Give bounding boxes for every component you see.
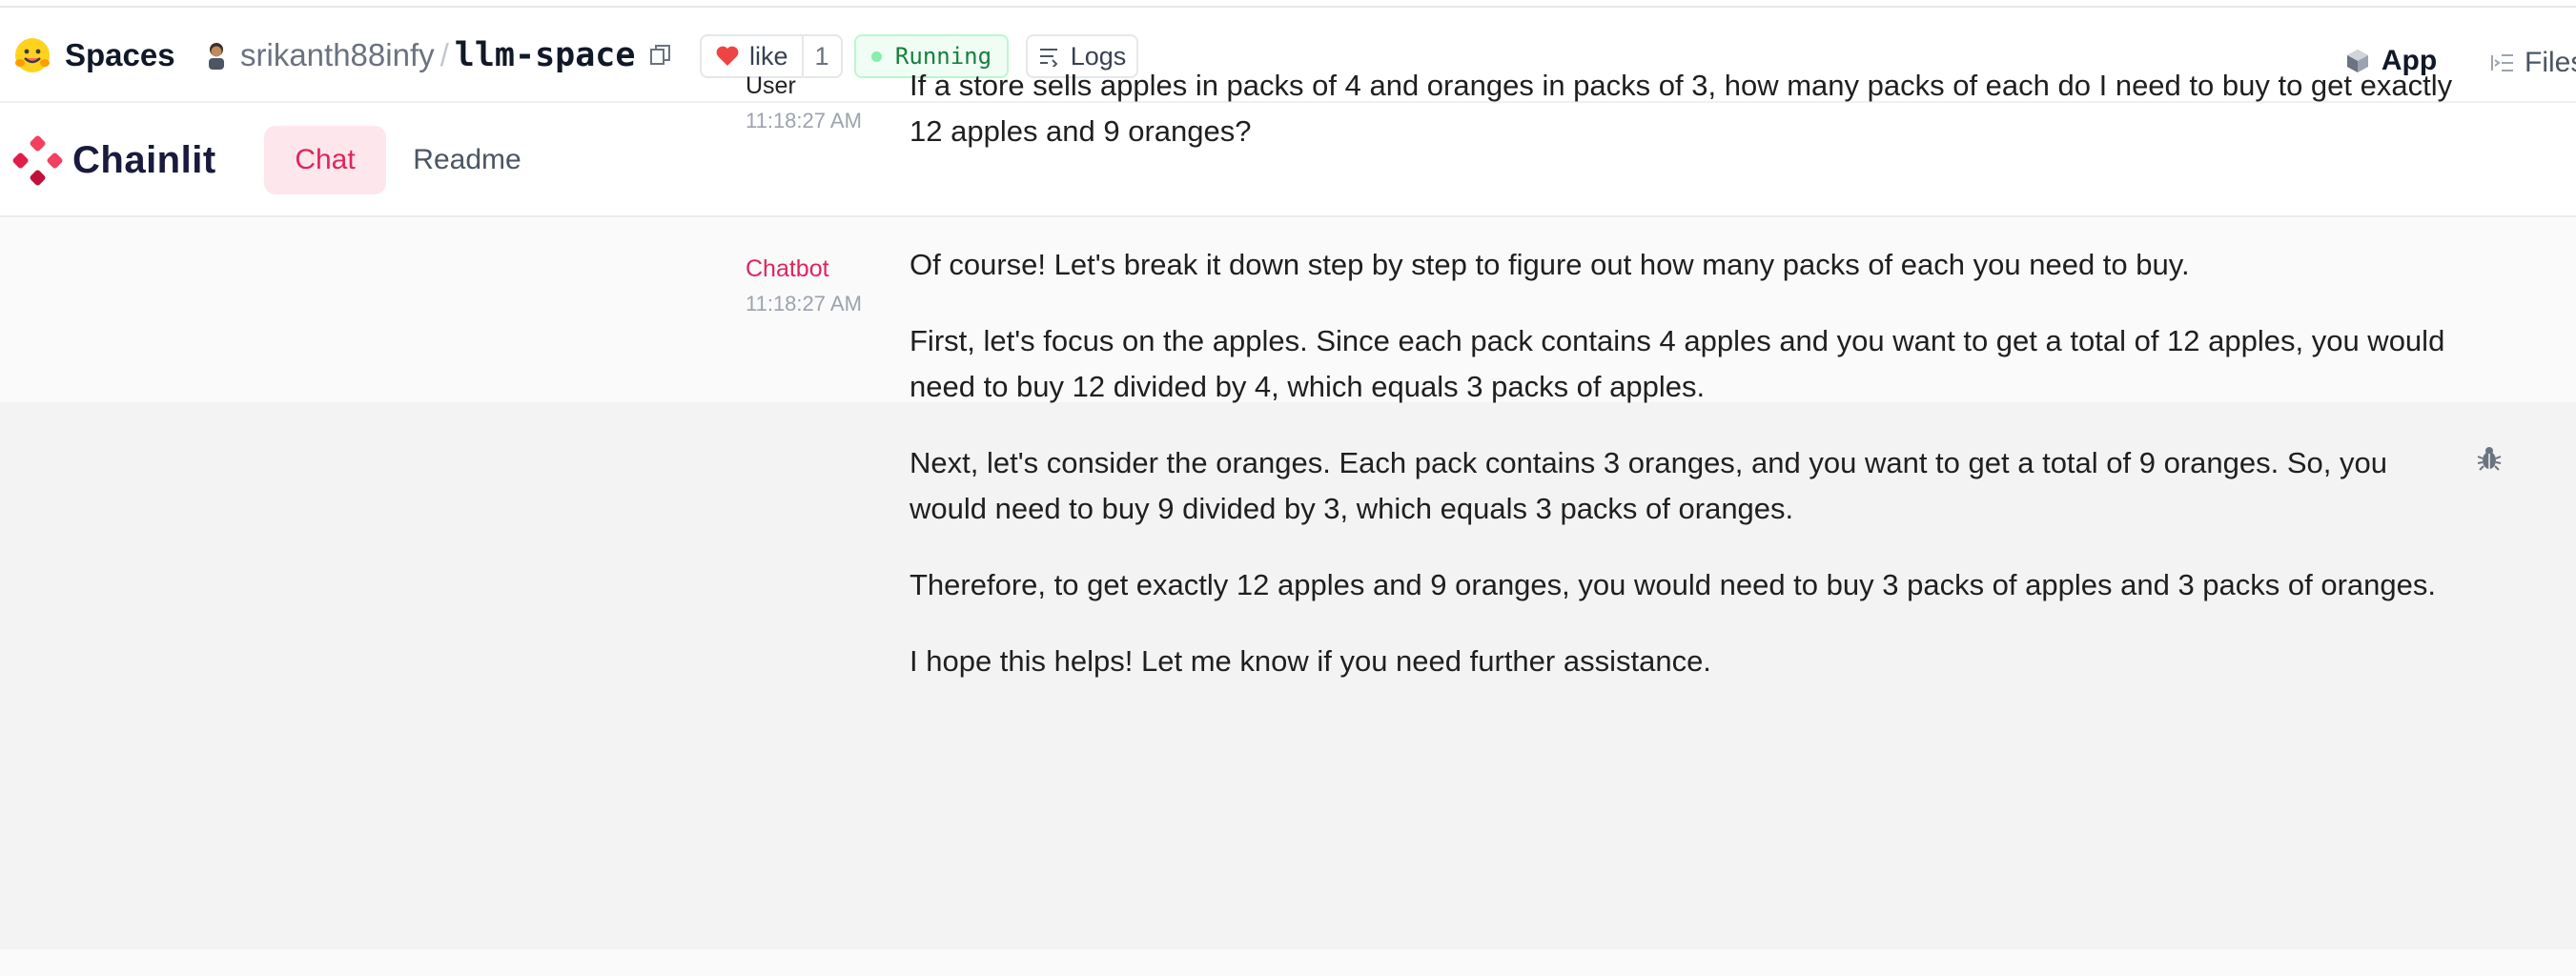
tab-readme[interactable]: Readme <box>404 126 530 194</box>
message-paragraph: If a store sells apples in packs of 4 an… <box>910 69 2453 148</box>
heart-icon <box>716 46 739 66</box>
message-paragraph: I hope this helps! Let me know if you ne… <box>910 644 1711 678</box>
message-timestamp: 11:18:27 AM <box>746 292 862 315</box>
chainlit-logo-text: Chainlit <box>72 138 216 181</box>
copy-icon[interactable] <box>648 43 673 68</box>
messages-bottom-space <box>0 949 2576 976</box>
repo-breadcrumb: srikanth88infy / llm-space <box>204 36 673 74</box>
tab-files[interactable]: Files <box>2490 15 2576 111</box>
message-timestamp: 11:18:27 AM <box>746 109 862 132</box>
top-border <box>0 0 2576 8</box>
like-label: like <box>749 41 788 71</box>
hugging-face-logo-icon <box>15 38 50 72</box>
chainlit-logo[interactable]: Chainlit <box>11 132 216 189</box>
chainlit-logo-icon <box>12 135 63 186</box>
files-icon <box>2491 54 2513 71</box>
message-author: Chatbot <box>746 255 829 282</box>
like-count[interactable]: 1 <box>801 36 841 76</box>
tab-chat[interactable]: Chat <box>264 126 386 194</box>
message-paragraph: Therefore, to get exactly 12 apples and … <box>910 568 2436 601</box>
spaces-brand-link[interactable]: Spaces <box>13 36 175 74</box>
breadcrumb-separator: / <box>440 37 449 72</box>
spaces-label: Spaces <box>65 37 175 72</box>
status-dot-icon <box>870 51 882 62</box>
message-paragraph: Of course! Let's break it down step by s… <box>910 248 2190 281</box>
message-content: If a store sells apples in packs of 4 an… <box>910 63 2464 185</box>
space-name-link[interactable]: llm-space <box>455 36 636 74</box>
tab-files-label: Files <box>2525 47 2576 78</box>
bug-icon[interactable] <box>2476 444 2503 473</box>
message-paragraph: First, let's focus on the apples. Since … <box>910 324 2445 403</box>
owner-avatar-icon <box>209 43 224 70</box>
message-paragraph: Next, let's consider the oranges. Each p… <box>910 446 2387 525</box>
message-author: User <box>746 72 796 99</box>
owner-link[interactable]: srikanth88infy <box>240 37 435 73</box>
message-content: Of course! Let's break it down step by s… <box>910 242 2464 715</box>
